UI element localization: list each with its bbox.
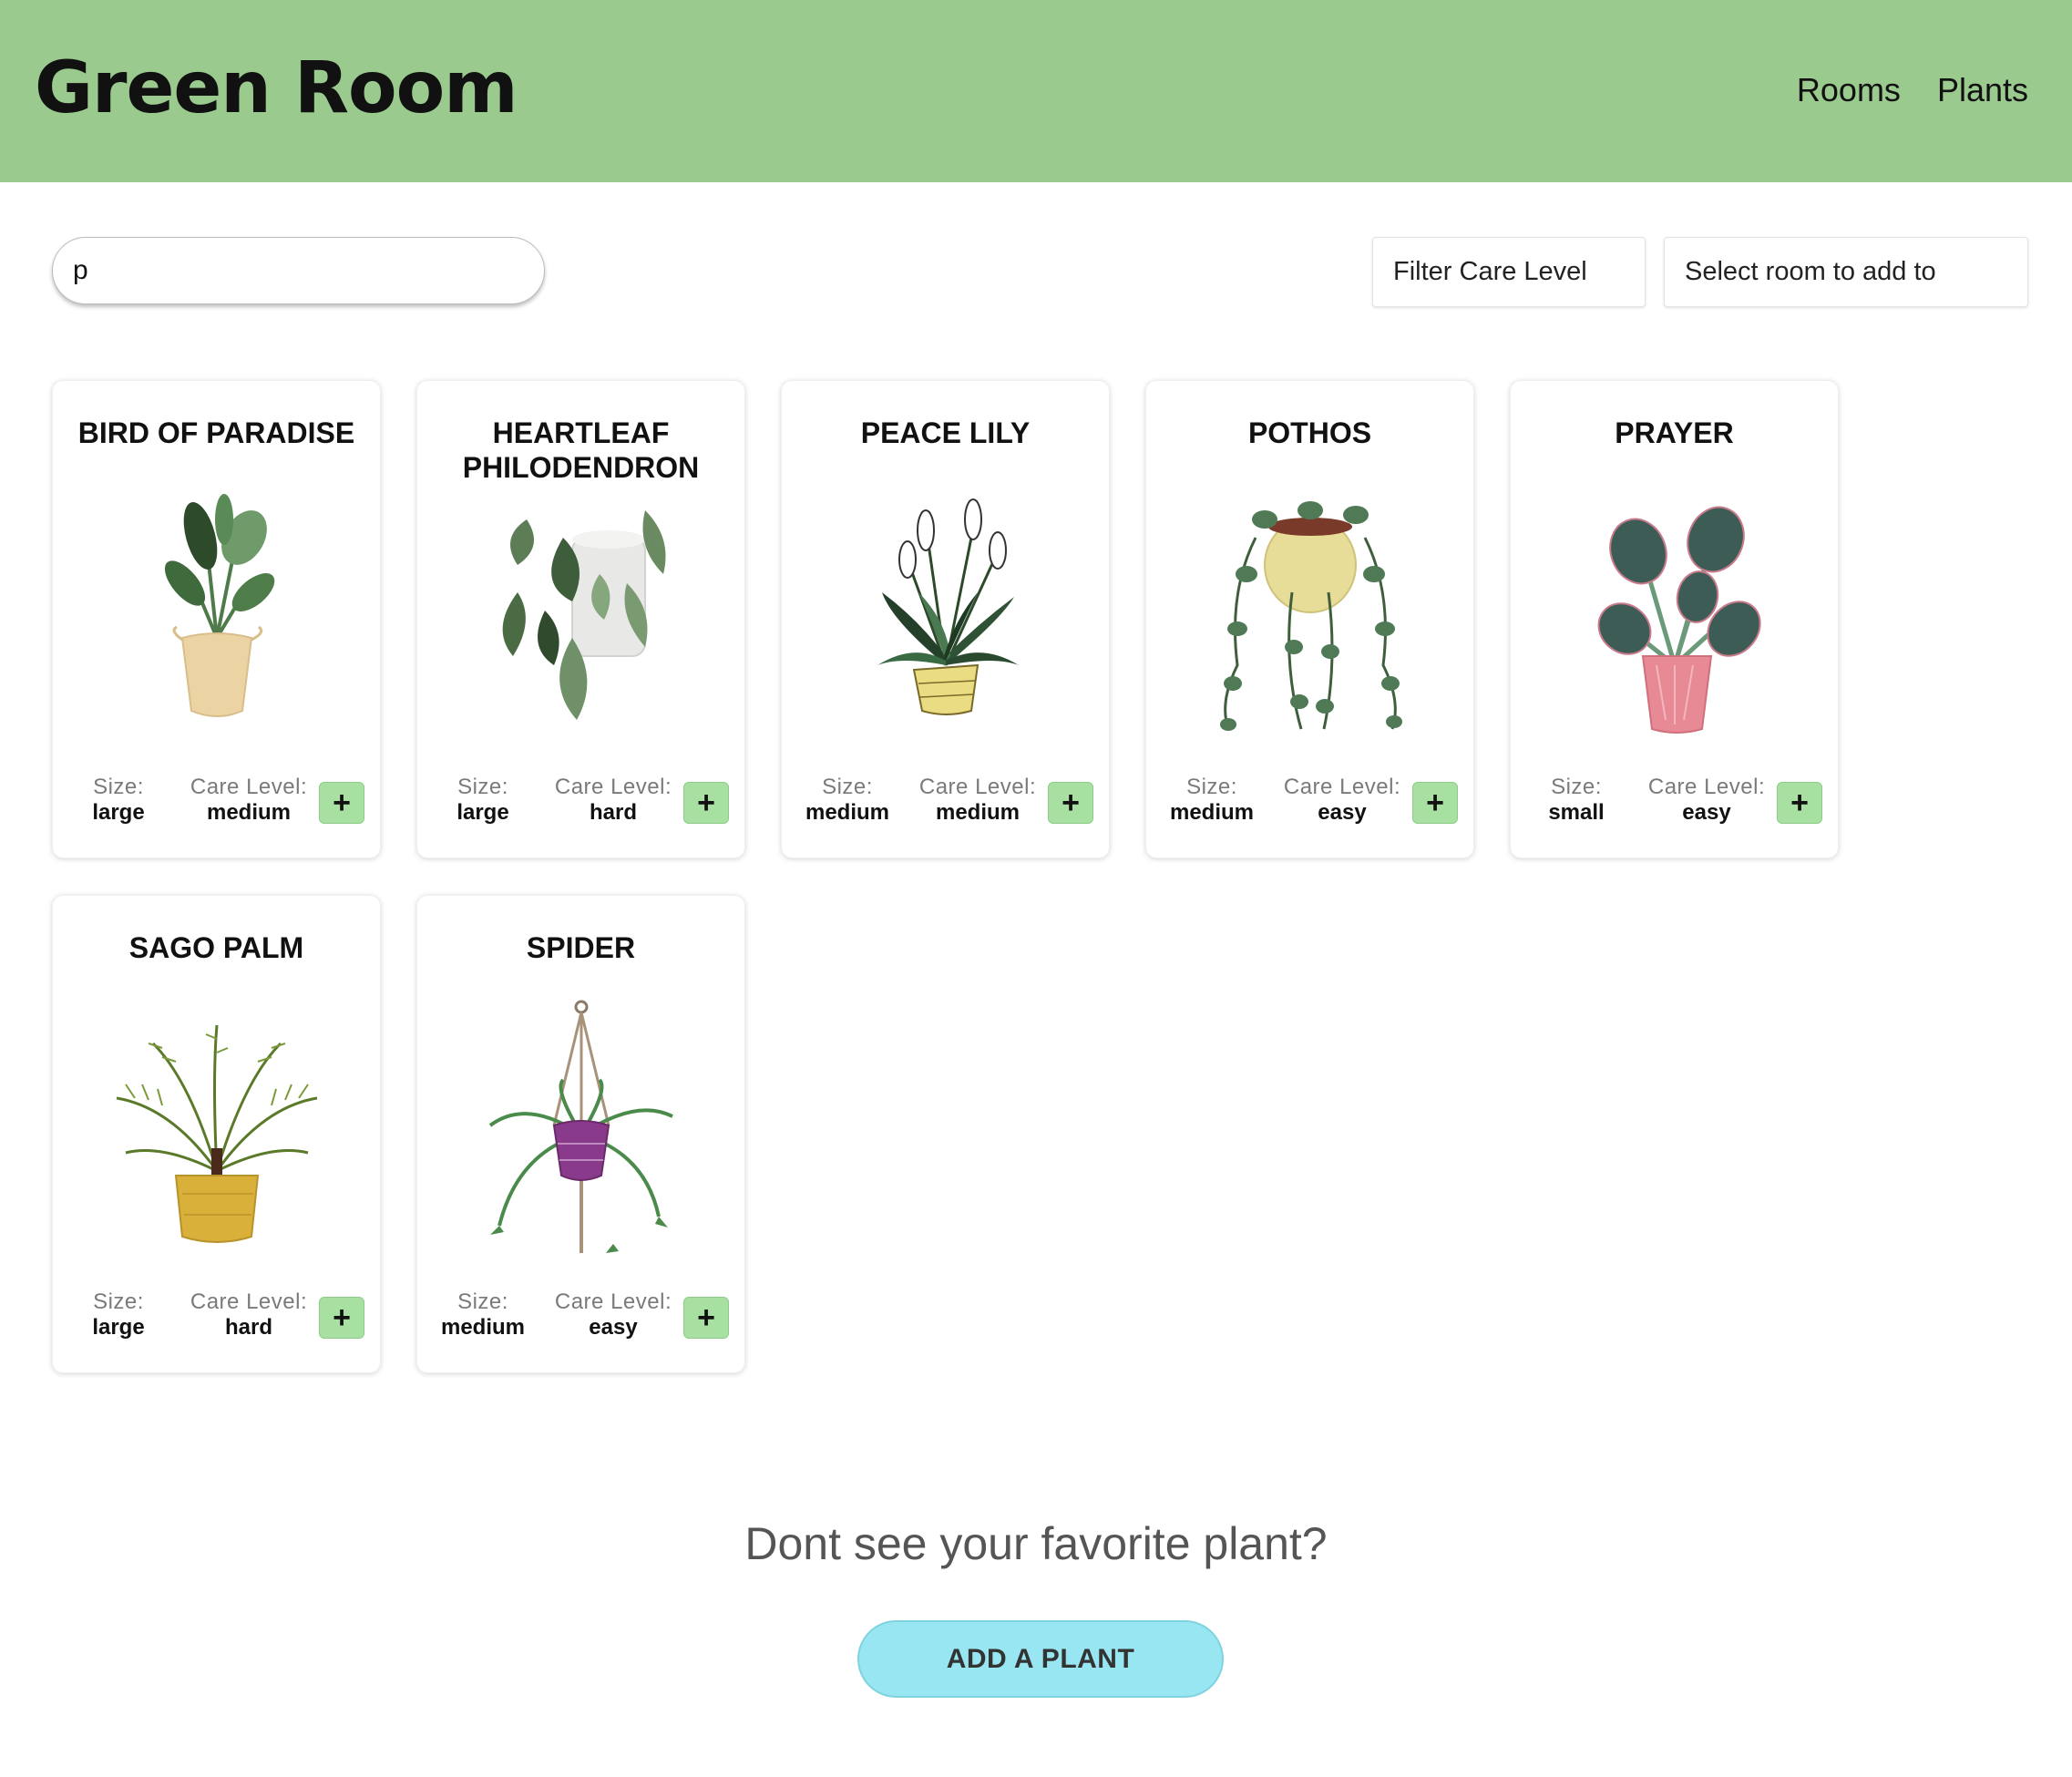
plant-name: Pothos [1247, 416, 1372, 449]
add-plant-to-room-button[interactable]: + [1048, 782, 1093, 824]
size-label: Size: [1186, 775, 1237, 799]
size-value: medium [440, 1315, 525, 1340]
plant-care-level: Care Level: medium [176, 775, 322, 826]
plant-name: Peace Lily [860, 416, 1031, 449]
size-label: Size: [457, 1289, 508, 1314]
size-label: Size: [93, 1289, 144, 1314]
plant-card: Sago Palm Size: large Care Level: hard + [52, 895, 381, 1373]
brand-logo[interactable]: Green Room [35, 47, 518, 129]
size-value: large [92, 1315, 145, 1340]
plant-care-level: Care Level: hard [540, 775, 686, 826]
plant-name: Prayer [1615, 416, 1734, 449]
plant-care-level: Care Level: easy [1269, 775, 1415, 826]
size-value: large [456, 800, 509, 825]
plant-card: Peace Lily Size: medium Care Level: medi… [781, 380, 1110, 858]
plant-pothos-icon [1220, 501, 1402, 731]
plant-prayer-icon [1597, 506, 1761, 734]
nav-rooms[interactable]: Rooms [1797, 71, 1901, 109]
filter-care-level-select[interactable]: Filter Care Level [1372, 237, 1646, 307]
plant-size: Size: large [73, 775, 164, 826]
care-level-value: easy [1318, 800, 1367, 825]
plant-card: Bird of Paradise Size: large Care Level:… [52, 380, 381, 858]
main-nav: Rooms Plants [1797, 71, 2028, 109]
add-plant-to-room-button[interactable]: + [1777, 782, 1822, 824]
care-level-value: medium [206, 800, 291, 825]
plant-size: Size: medium [802, 775, 893, 826]
plant-care-level: Care Level: easy [1634, 775, 1780, 826]
care-level-label: Care Level: [554, 775, 672, 799]
size-value: small [1548, 800, 1605, 825]
care-level-value: medium [935, 800, 1020, 825]
size-label: Size: [93, 775, 144, 799]
select-room-select[interactable]: Select room to add to [1664, 237, 2028, 307]
plant-bird-of-paradise-icon [164, 494, 275, 717]
nav-plants[interactable]: Plants [1937, 71, 2028, 109]
plant-size: Size: medium [437, 1289, 528, 1340]
size-label: Size: [822, 775, 873, 799]
plant-card: Spider Size: medium Care Level: easy + [416, 895, 745, 1373]
care-level-value: hard [224, 1315, 272, 1340]
size-label: Size: [457, 775, 508, 799]
add-plant-to-room-button[interactable]: + [1412, 782, 1458, 824]
plant-name: Heartleaf Philodendron [462, 416, 700, 484]
care-level-value: hard [589, 800, 637, 825]
plant-sago-palm-icon [116, 1024, 318, 1243]
plant-name: Spider [526, 931, 636, 964]
add-plant-to-room-button[interactable]: + [683, 1297, 729, 1339]
favorite-plant-prompt: Dont see your favorite plant? [744, 1518, 1328, 1569]
search-input[interactable] [52, 237, 545, 304]
care-level-label: Care Level: [190, 1289, 308, 1314]
size-value: medium [805, 800, 889, 825]
plant-name: Sago Palm [128, 931, 304, 964]
plant-peace-lily-icon [877, 498, 1019, 715]
size-value: large [92, 800, 145, 825]
care-level-value: easy [1682, 800, 1731, 825]
plant-spider-icon [488, 1000, 673, 1253]
care-level-label: Care Level: [1283, 775, 1401, 799]
plant-size: Size: large [437, 775, 528, 826]
plant-card: Heartleaf Philodendron Size: large Care … [416, 380, 745, 858]
add-a-plant-button[interactable]: ADD A PLANT [857, 1620, 1224, 1698]
plant-care-level: Care Level: hard [176, 1289, 322, 1340]
care-level-label: Care Level: [190, 775, 308, 799]
app-header: Green Room Rooms Plants [0, 0, 2072, 182]
select-room-label: Select room to add to [1685, 257, 1936, 286]
care-level-label: Care Level: [554, 1289, 672, 1314]
add-plant-to-room-button[interactable]: + [319, 1297, 364, 1339]
plant-size: Size: large [73, 1289, 164, 1340]
add-plant-to-room-button[interactable]: + [319, 782, 364, 824]
plant-card: Prayer Size: small Care Level: easy + [1510, 380, 1839, 858]
plant-name: Bird of Paradise [77, 416, 355, 449]
plant-size: Size: small [1531, 775, 1622, 826]
size-value: medium [1169, 800, 1254, 825]
plant-heartleaf-philodendron-icon [502, 510, 666, 720]
plant-care-level: Care Level: medium [905, 775, 1051, 826]
plant-size: Size: medium [1166, 775, 1257, 826]
care-level-label: Care Level: [1647, 775, 1766, 799]
filter-care-level-label: Filter Care Level [1393, 257, 1587, 286]
plant-card: Pothos Size: medium Care Level: easy + [1145, 380, 1474, 858]
size-label: Size: [1551, 775, 1602, 799]
care-level-label: Care Level: [918, 775, 1037, 799]
add-plant-to-room-button[interactable]: + [683, 782, 729, 824]
plant-care-level: Care Level: easy [540, 1289, 686, 1340]
care-level-value: easy [589, 1315, 638, 1340]
